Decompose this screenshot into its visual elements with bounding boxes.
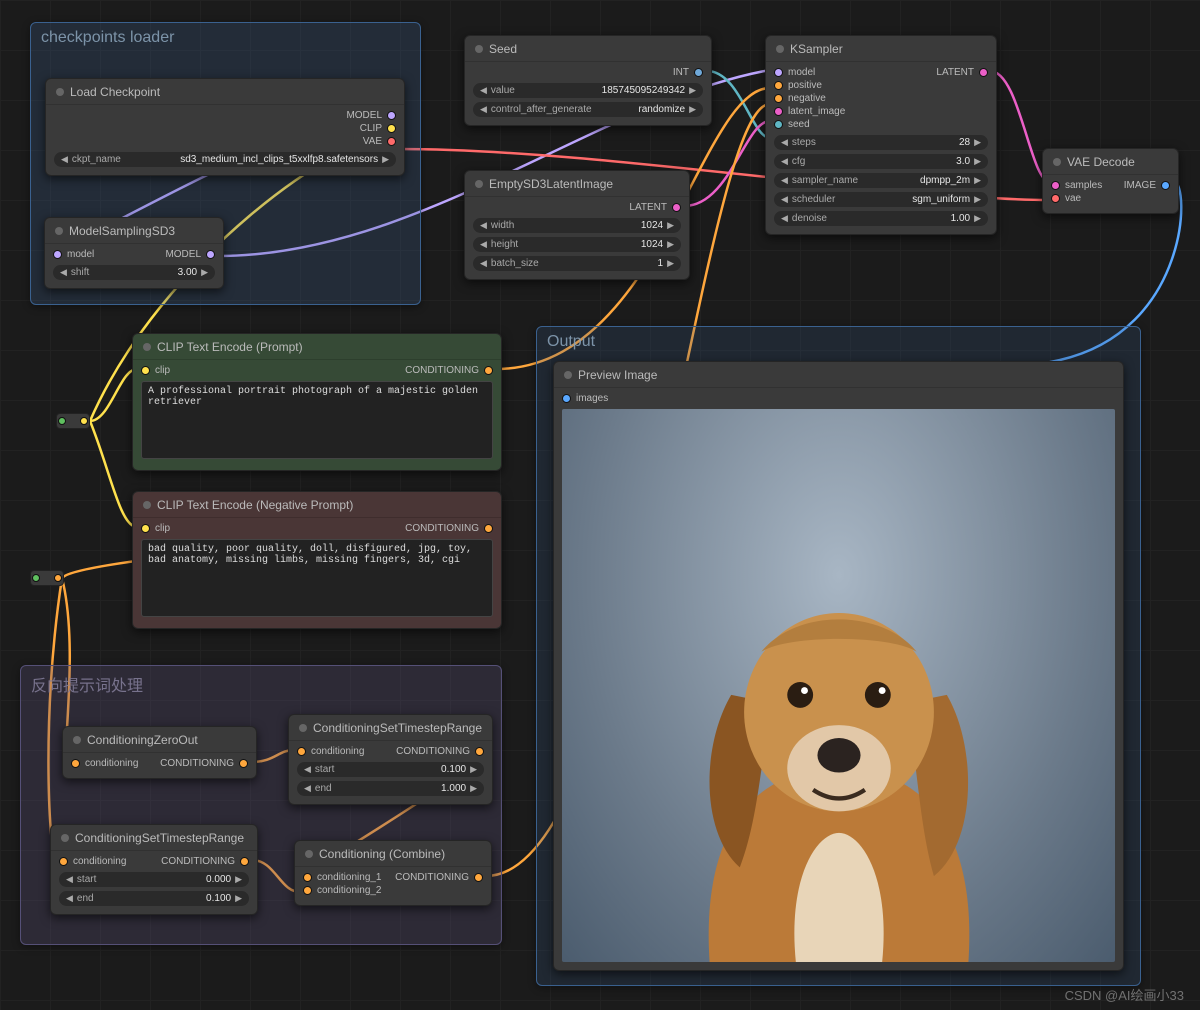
node-seed[interactable]: Seed INT ◀value185745095249342▶ ◀control… — [464, 35, 712, 126]
node-title: CLIP Text Encode (Negative Prompt) — [157, 498, 353, 512]
widget-end[interactable]: ◀end0.100▶ — [59, 891, 249, 906]
node-title: ModelSamplingSD3 — [69, 224, 175, 238]
widget-start[interactable]: ◀start0.100▶ — [297, 762, 484, 777]
group-title: Output — [537, 327, 1140, 357]
node-clip-negative[interactable]: CLIP Text Encode (Negative Prompt) clip … — [132, 491, 502, 629]
group-title: 反向提示词处理 — [21, 666, 501, 702]
node-title: KSampler — [790, 42, 843, 56]
node-clip-prompt[interactable]: CLIP Text Encode (Prompt) clip CONDITION… — [132, 333, 502, 471]
node-title: Load Checkpoint — [70, 85, 160, 99]
node-cstr-1[interactable]: ConditioningSetTimestepRange conditionin… — [288, 714, 493, 805]
node-load-checkpoint[interactable]: Load Checkpoint MODEL CLIP VAE ◀ ckpt_na… — [45, 78, 405, 176]
group-title: checkpoints loader — [31, 23, 420, 53]
widget-scheduler[interactable]: ◀schedulersgm_uniform▶ — [774, 192, 988, 207]
node-title: CLIP Text Encode (Prompt) — [157, 340, 303, 354]
node-title: ConditioningZeroOut — [87, 733, 198, 747]
node-ksampler[interactable]: KSampler model LATENT positive negative … — [765, 35, 997, 235]
widget-steps[interactable]: ◀steps28▶ — [774, 135, 988, 150]
textarea-negative[interactable] — [141, 539, 493, 617]
node-model-sampling-sd3[interactable]: ModelSamplingSD3 model MODEL ◀shift 3.00… — [44, 217, 224, 289]
node-empty-latent[interactable]: EmptySD3LatentImage LATENT ◀width1024▶ ◀… — [464, 170, 690, 280]
node-conditioning-combine[interactable]: Conditioning (Combine) conditioning_1 CO… — [294, 840, 492, 906]
widget-batch[interactable]: ◀batch_size1▶ — [473, 256, 681, 271]
node-cstr-2[interactable]: ConditioningSetTimestepRange conditionin… — [50, 824, 258, 915]
widget-shift[interactable]: ◀shift 3.00▶ — [53, 265, 215, 280]
watermark: CSDN @AI绘画小33 — [1065, 985, 1184, 1004]
widget-ckpt-name[interactable]: ◀ ckpt_name sd3_medium_incl_clips_t5xxlf… — [54, 152, 396, 167]
node-title: Seed — [489, 42, 517, 56]
node-title: Preview Image — [578, 368, 657, 382]
widget-denoise[interactable]: ◀denoise1.00▶ — [774, 211, 988, 226]
widget-seed-value[interactable]: ◀value185745095249342▶ — [473, 83, 703, 98]
node-title: ConditioningSetTimestepRange — [75, 831, 244, 845]
node-preview-image[interactable]: Preview Image images — [553, 361, 1124, 971]
node-title: EmptySD3LatentImage — [489, 177, 613, 191]
reroute-clip[interactable] — [56, 413, 90, 429]
node-title: VAE Decode — [1067, 155, 1135, 169]
chevron-right-icon[interactable]: ▶ — [382, 154, 389, 165]
widget-seed-ctrl[interactable]: ◀control_after_generaterandomize▶ — [473, 102, 703, 117]
widget-sampler[interactable]: ◀sampler_namedpmpp_2m▶ — [774, 173, 988, 188]
widget-height[interactable]: ◀height1024▶ — [473, 237, 681, 252]
reroute-neg-conditioning[interactable] — [30, 570, 64, 586]
widget-cfg[interactable]: ◀cfg3.0▶ — [774, 154, 988, 169]
preview-output-image — [562, 409, 1115, 962]
widget-end[interactable]: ◀end1.000▶ — [297, 781, 484, 796]
node-conditioning-zero-out[interactable]: ConditioningZeroOut conditioning CONDITI… — [62, 726, 257, 779]
node-title: Conditioning (Combine) — [319, 847, 445, 861]
widget-width[interactable]: ◀width1024▶ — [473, 218, 681, 233]
node-title: ConditioningSetTimestepRange — [313, 721, 482, 735]
node-vae-decode[interactable]: VAE Decode samples IMAGE vae — [1042, 148, 1179, 214]
textarea-prompt[interactable] — [141, 381, 493, 459]
widget-start[interactable]: ◀start0.000▶ — [59, 872, 249, 887]
chevron-left-icon[interactable]: ◀ — [61, 154, 68, 165]
